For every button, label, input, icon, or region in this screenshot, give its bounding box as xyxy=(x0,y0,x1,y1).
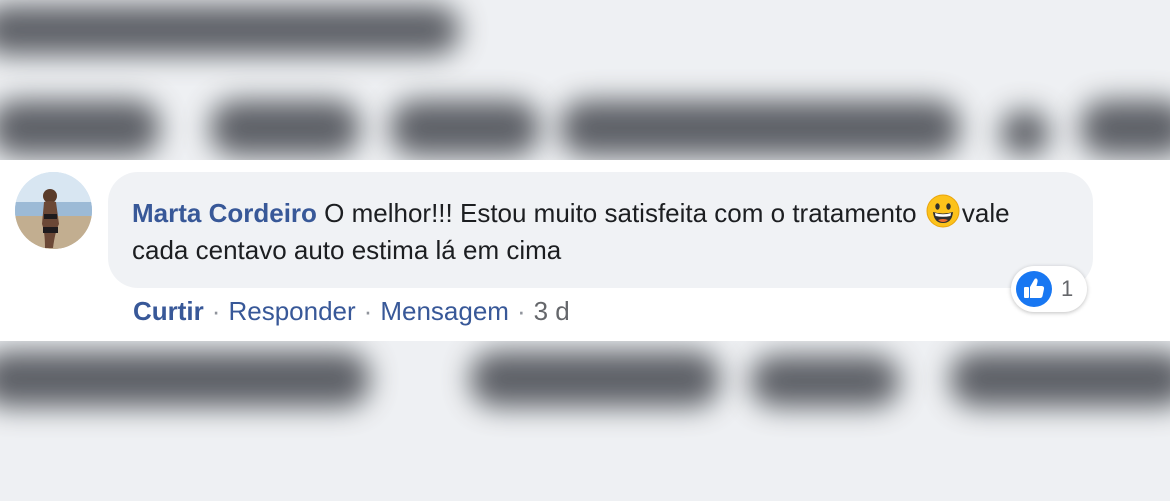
reply-button[interactable]: Responder xyxy=(228,296,355,326)
like-icon xyxy=(1016,271,1052,307)
comment: Marta Cordeiro O melhor!!! Estou muito s… xyxy=(0,160,1170,341)
comment-actions: Curtir · Responder · Mensagem · 3 d xyxy=(133,294,570,328)
comment-text: O melhor!!! Estou muito satisfeita com o… xyxy=(324,198,924,228)
reaction-count: 1 xyxy=(1061,276,1074,301)
like-button[interactable]: Curtir xyxy=(133,296,204,326)
blurred-background-bottom xyxy=(0,341,1170,501)
author-name[interactable]: Marta Cordeiro xyxy=(132,198,317,228)
separator: · xyxy=(211,296,221,326)
timestamp[interactable]: 3 d xyxy=(534,296,570,326)
grinning-face-emoji-icon xyxy=(926,194,960,228)
separator: · xyxy=(363,296,373,326)
reaction-summary[interactable]: 1 xyxy=(1011,266,1087,312)
separator: · xyxy=(516,296,526,326)
blurred-background-top xyxy=(0,0,1170,160)
comment-bubble: Marta Cordeiro O melhor!!! Estou muito s… xyxy=(108,172,1093,288)
avatar[interactable] xyxy=(15,172,92,249)
message-button[interactable]: Mensagem xyxy=(380,296,509,326)
